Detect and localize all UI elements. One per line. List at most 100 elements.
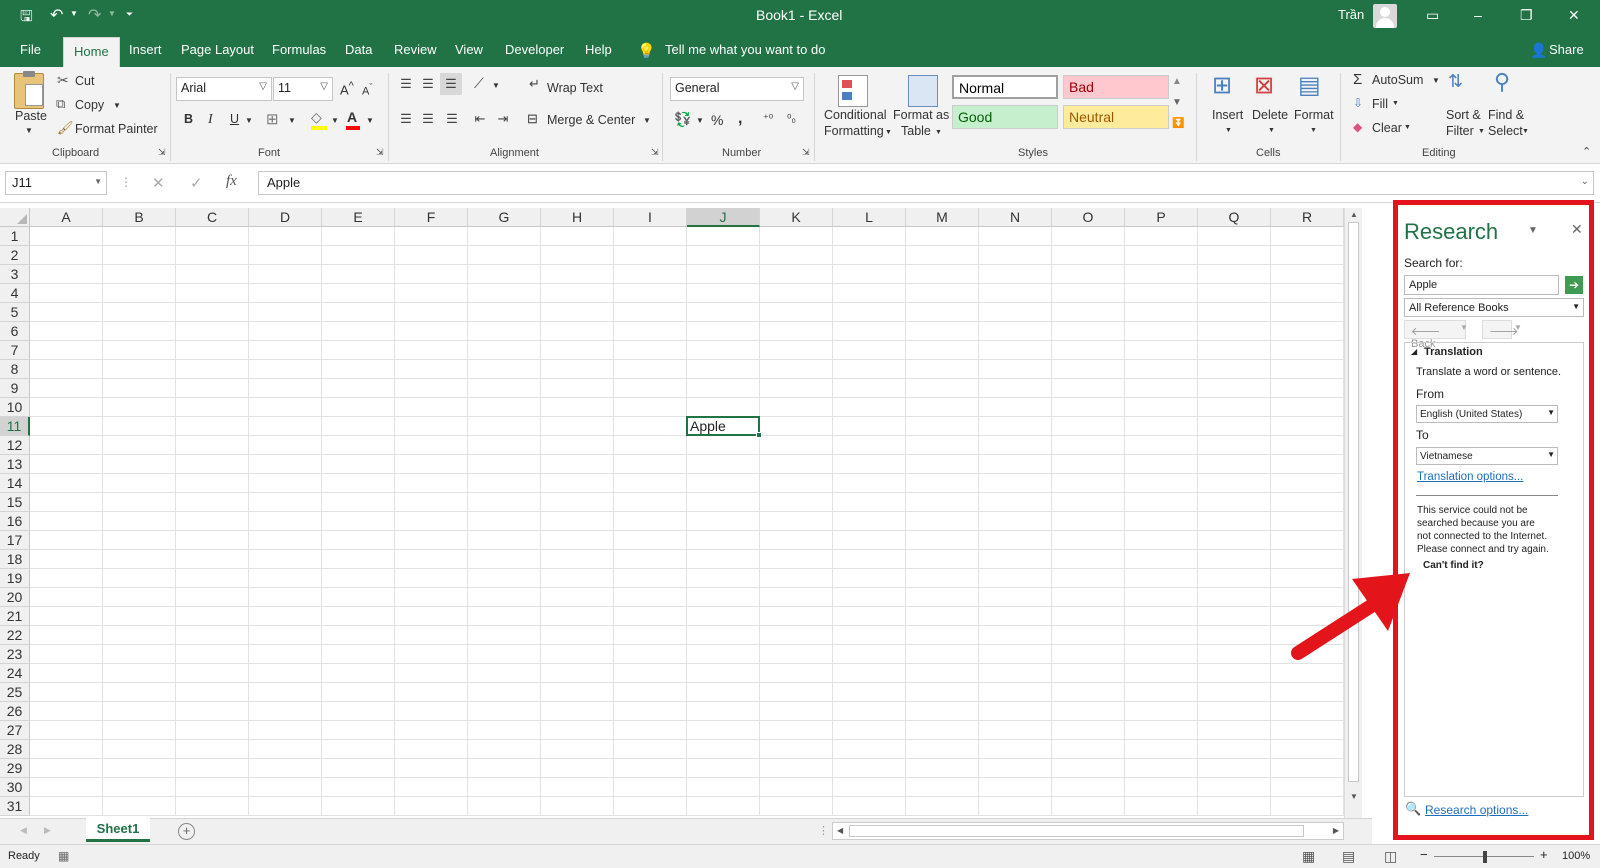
lightbulb-icon[interactable]: 💡 bbox=[637, 42, 656, 60]
to-language-select[interactable]: Vietnamese ▼ bbox=[1416, 447, 1558, 465]
macro-recording-icon[interactable]: ▦ bbox=[58, 849, 69, 863]
row-header-30[interactable]: 30 bbox=[0, 778, 30, 797]
insert-cells-icon[interactable]: ⊞ bbox=[1212, 71, 1232, 100]
formula-input[interactable]: Apple ⌄ bbox=[258, 171, 1594, 195]
column-header-i[interactable]: I bbox=[614, 208, 687, 227]
styles-scroll-up-icon[interactable]: ▲ bbox=[1172, 76, 1182, 87]
chevron-down-icon[interactable]: ▽ bbox=[320, 81, 328, 92]
clear-button[interactable]: Clear bbox=[1372, 121, 1402, 135]
translation-section-title[interactable]: Translation bbox=[1424, 346, 1483, 358]
comma-button[interactable]: , bbox=[738, 110, 742, 128]
zoom-in-button[interactable]: + bbox=[1540, 847, 1548, 862]
percent-button[interactable]: % bbox=[711, 112, 723, 128]
row-header-10[interactable]: 10 bbox=[0, 398, 30, 417]
restore-button[interactable]: ❐ bbox=[1520, 7, 1533, 24]
find-select-dropdown-icon[interactable]: ▼ bbox=[1522, 128, 1529, 135]
row-header-8[interactable]: 8 bbox=[0, 360, 30, 379]
paste-button[interactable]: Paste bbox=[15, 109, 47, 123]
fill-color-icon[interactable]: ◇ bbox=[311, 109, 327, 130]
font-name-combo[interactable]: Arial ▽ bbox=[176, 77, 272, 101]
cant-find-it-link[interactable]: Can't find it? bbox=[1423, 560, 1484, 571]
vertical-scroll-thumb[interactable] bbox=[1348, 222, 1359, 782]
tab-view[interactable]: View bbox=[455, 42, 483, 57]
sort-filter-label-1[interactable]: Sort & bbox=[1446, 108, 1481, 122]
column-header-r[interactable]: R bbox=[1271, 208, 1344, 227]
clipboard-launcher-icon[interactable]: ⇲ bbox=[158, 147, 166, 158]
bold-button[interactable]: B bbox=[184, 112, 193, 126]
column-header-q[interactable]: Q bbox=[1198, 208, 1271, 227]
increase-indent-icon[interactable]: ⇥ bbox=[495, 111, 511, 127]
column-header-o[interactable]: O bbox=[1052, 208, 1125, 227]
align-middle-icon[interactable]: ☰ bbox=[420, 76, 436, 92]
style-neutral[interactable]: Neutral bbox=[1063, 105, 1169, 129]
delete-cells-button[interactable]: Delete bbox=[1252, 108, 1288, 122]
insert-function-icon[interactable]: fx bbox=[226, 173, 237, 190]
row-header-9[interactable]: 9 bbox=[0, 379, 30, 398]
scroll-up-icon[interactable]: ▲ bbox=[1350, 210, 1358, 219]
row-header-31[interactable]: 31 bbox=[0, 797, 30, 816]
enter-icon[interactable]: ✓ bbox=[190, 174, 203, 192]
autosum-icon[interactable]: Σ bbox=[1353, 71, 1362, 88]
active-cell[interactable]: Apple bbox=[686, 416, 762, 438]
page-break-view-icon[interactable]: ◫ bbox=[1384, 848, 1397, 865]
cancel-icon[interactable]: ✕ bbox=[152, 174, 165, 192]
tab-help[interactable]: Help bbox=[585, 42, 612, 57]
search-input[interactable]: Apple bbox=[1404, 275, 1559, 295]
format-painter-icon[interactable]: 🖌 bbox=[57, 120, 74, 136]
align-right-icon[interactable]: ☰ bbox=[444, 111, 460, 127]
format-cells-icon[interactable]: ▤ bbox=[1298, 71, 1321, 100]
paste-dropdown-icon[interactable]: ▼ bbox=[25, 126, 33, 135]
zoom-slider-thumb[interactable] bbox=[1483, 851, 1487, 863]
merge-center-icon[interactable]: ⊟ bbox=[527, 111, 538, 127]
minimize-button[interactable]: – bbox=[1474, 7, 1482, 23]
tab-file[interactable]: File bbox=[20, 42, 41, 57]
search-go-icon[interactable]: ➔ bbox=[1565, 276, 1583, 294]
row-header-28[interactable]: 28 bbox=[0, 740, 30, 759]
styles-scroll-down-icon[interactable]: ▼ bbox=[1172, 97, 1182, 108]
row-header-6[interactable]: 6 bbox=[0, 322, 30, 341]
row-header-5[interactable]: 5 bbox=[0, 303, 30, 322]
tab-data[interactable]: Data bbox=[345, 42, 372, 57]
back-button[interactable]: 🡐 Back bbox=[1404, 320, 1466, 350]
collapse-ribbon-icon[interactable]: ⌃ bbox=[1582, 145, 1591, 158]
copy-icon[interactable]: ⧉ bbox=[56, 96, 65, 112]
research-options-link[interactable]: Research options... bbox=[1425, 803, 1528, 817]
insert-cells-button[interactable]: Insert bbox=[1212, 108, 1243, 122]
conditional-formatting-label-2[interactable]: Formatting bbox=[824, 124, 884, 138]
find-select-label-2[interactable]: Select bbox=[1488, 124, 1523, 138]
research-options-icon[interactable]: 🔍 bbox=[1405, 801, 1421, 817]
horizontal-scroll-thumb[interactable] bbox=[849, 825, 1304, 837]
forward-dropdown-icon[interactable]: ▼ bbox=[1514, 323, 1522, 332]
column-header-c[interactable]: C bbox=[176, 208, 249, 227]
tab-insert[interactable]: Insert bbox=[129, 42, 162, 57]
row-header-24[interactable]: 24 bbox=[0, 664, 30, 683]
underline-button[interactable]: U bbox=[230, 112, 239, 126]
decrease-decimal-icon[interactable]: ⁰₀ bbox=[787, 112, 796, 125]
row-header-13[interactable]: 13 bbox=[0, 455, 30, 474]
find-select-label-1[interactable]: Find & bbox=[1488, 108, 1524, 122]
find-select-icon[interactable]: ⚲ bbox=[1494, 69, 1510, 95]
column-header-b[interactable]: B bbox=[103, 208, 176, 227]
accounting-format-icon[interactable]: 💱 bbox=[674, 111, 691, 128]
wrap-text-icon[interactable]: ↵ bbox=[529, 76, 540, 92]
format-as-table-label-1[interactable]: Format as bbox=[893, 108, 949, 122]
row-header-3[interactable]: 3 bbox=[0, 265, 30, 284]
normal-view-icon[interactable]: ▦ bbox=[1302, 848, 1315, 865]
save-icon[interactable]: 🖫 bbox=[20, 6, 33, 31]
horizontal-scrollbar[interactable]: ◀ ▶ bbox=[832, 822, 1344, 840]
format-as-table-icon[interactable] bbox=[908, 75, 938, 107]
redo-dropdown-icon[interactable]: ▼ bbox=[108, 9, 116, 18]
align-left-icon[interactable]: ☰ bbox=[398, 111, 414, 127]
add-sheet-button[interactable]: + bbox=[178, 823, 195, 840]
style-normal[interactable]: Normal bbox=[952, 75, 1058, 99]
format-dropdown-icon[interactable]: ▼ bbox=[1310, 127, 1317, 134]
share-icon[interactable]: 👤 bbox=[1530, 42, 1547, 59]
row-header-16[interactable]: 16 bbox=[0, 512, 30, 531]
ribbon-display-icon[interactable]: ▭ bbox=[1426, 7, 1439, 24]
format-painter-button[interactable]: Format Painter bbox=[75, 122, 158, 136]
sort-filter-label-2[interactable]: Filter bbox=[1446, 124, 1474, 138]
row-header-18[interactable]: 18 bbox=[0, 550, 30, 569]
borders-icon[interactable]: ⊞ bbox=[266, 110, 279, 128]
tab-formulas[interactable]: Formulas bbox=[272, 42, 326, 57]
customize-toolbar-icon[interactable]: ⏷ bbox=[126, 9, 133, 20]
